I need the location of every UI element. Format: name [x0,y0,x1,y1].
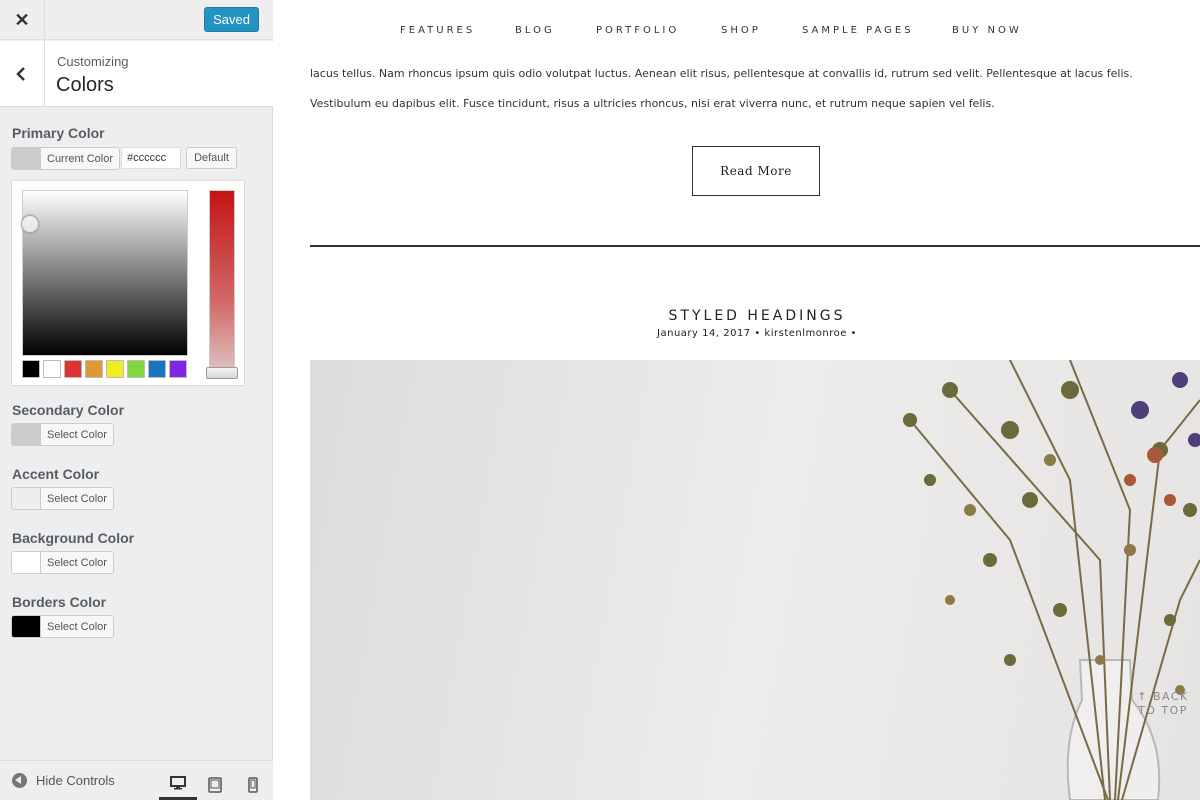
read-more-button[interactable]: Read More [692,146,820,196]
site-preview: FEATURES BLOG PORTFOLIO SHOP SAMPLE PAGE… [274,0,1200,800]
preview-desktop-button[interactable] [159,769,197,800]
tablet-icon [208,776,222,793]
palette-swatch[interactable] [148,360,166,378]
hue-slider-handle[interactable] [206,367,238,379]
secondary-color-button-label: Select Color [47,428,107,441]
customizer-topbar: ✕ Saved [0,0,273,40]
hex-color-input[interactable] [121,147,181,169]
saturation-handle[interactable] [21,215,39,233]
accent-color-label: Accent Color [12,466,100,482]
primary-color-button[interactable]: Current Color [11,147,121,170]
palette-swatch[interactable] [106,360,124,378]
close-button[interactable]: ✕ [0,0,45,40]
palette-swatch[interactable] [85,360,103,378]
post-divider [310,245,1200,247]
color-picker [11,180,245,386]
borders-color-button[interactable]: Select Color [11,615,114,638]
chevron-left-icon [16,67,25,81]
accent-color-button[interactable]: Select Color [11,487,114,510]
nav-item-shop[interactable]: SHOP [721,25,761,36]
palette-swatch[interactable] [43,360,61,378]
close-icon: ✕ [14,9,30,30]
preview-mobile-button[interactable] [234,769,272,800]
section-header: Customizing Colors [0,41,273,107]
customizer-footer: Hide Controls [0,760,273,800]
palette-swatch[interactable] [127,360,145,378]
customizer-sidebar: ✕ Saved Customizing Colors Primary Color… [0,0,273,800]
secondary-color-label: Secondary Color [12,402,125,418]
post-paragraph: Vestibulum eu dapibus elit. Fusce tincid… [310,97,995,110]
main-nav: FEATURES BLOG PORTFOLIO SHOP SAMPLE PAGE… [274,25,1200,39]
nav-item-buy-now[interactable]: BUY NOW [952,25,1022,36]
preview-tablet-button[interactable] [196,769,234,800]
nav-item-sample-pages[interactable]: SAMPLE PAGES [802,25,914,36]
background-color-label: Background Color [12,530,135,546]
collapse-arrow-icon [12,773,27,788]
back-to-top-link[interactable]: ↑ BACK TO TOP [1134,690,1192,718]
hide-controls-label: Hide Controls [36,773,115,788]
post-paragraph: lacus tellus. Nam rhoncus ipsum quis odi… [310,67,1133,80]
color-swatch [12,488,41,509]
color-swatch [12,424,41,445]
saved-button[interactable]: Saved [204,7,259,32]
hide-controls-button[interactable]: Hide Controls [12,773,115,788]
post-title[interactable]: STYLED HEADINGS [274,308,1200,324]
palette-swatch[interactable] [169,360,187,378]
primary-color-label: Primary Color [12,125,105,141]
palette-swatch[interactable] [64,360,82,378]
palette-swatch[interactable] [22,360,40,378]
featured-image[interactable] [310,360,1200,800]
borders-color-label: Borders Color [12,594,107,610]
post-meta: January 14, 2017 • kirstenlmonroe • [657,328,857,339]
section-title: Colors [56,74,114,96]
background-color-button-label: Select Color [47,556,107,569]
color-swatch [12,148,41,169]
saturation-area[interactable] [21,190,188,356]
primary-color-button-label: Current Color [47,152,114,165]
back-button[interactable] [0,41,45,107]
hue-slider[interactable] [209,190,235,378]
color-swatch [12,552,41,573]
nav-item-features[interactable]: FEATURES [400,25,475,36]
secondary-color-button[interactable]: Select Color [11,423,114,446]
accent-color-button-label: Select Color [47,492,107,505]
nav-item-portfolio[interactable]: PORTFOLIO [596,25,679,36]
default-button[interactable]: Default [186,147,237,169]
breadcrumb: Customizing [57,54,129,69]
color-palette [22,360,187,378]
mobile-icon [248,776,258,793]
dried-flowers-image [903,360,1200,800]
borders-color-button-label: Select Color [47,620,107,633]
color-swatch [12,616,41,637]
desktop-icon [170,776,186,790]
background-color-button[interactable]: Select Color [11,551,114,574]
nav-item-blog[interactable]: BLOG [515,25,555,36]
